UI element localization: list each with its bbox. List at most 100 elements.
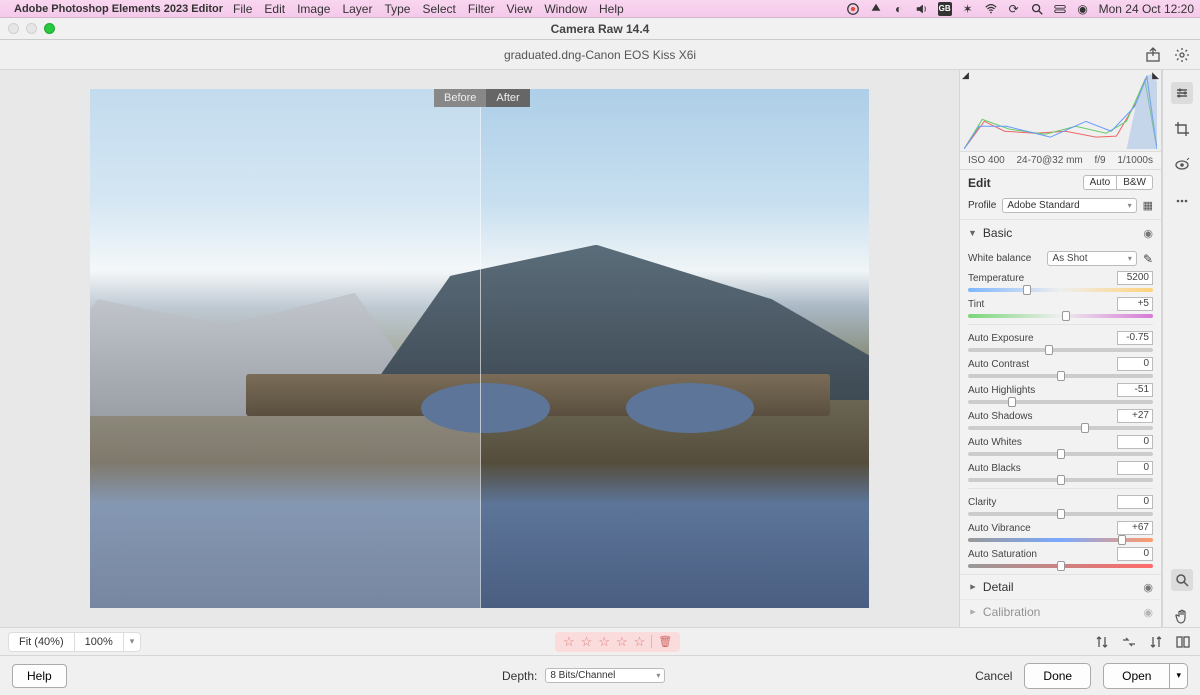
preview-canvas[interactable]: Before After (0, 70, 959, 627)
calibration-section-header[interactable]: ▼ Calibration ◉ (960, 599, 1161, 624)
slider-value[interactable]: 5200 (1117, 271, 1153, 285)
menubar-app-name[interactable]: Adobe Photoshop Elements 2023 Editor (14, 3, 223, 15)
menu-type[interactable]: Type (384, 2, 410, 16)
eyedropper-icon[interactable]: ✎ (1143, 252, 1153, 266)
slider-track[interactable] (968, 374, 1153, 378)
auto-button[interactable]: Auto (1083, 175, 1118, 190)
zoom-tool-icon[interactable] (1171, 569, 1193, 591)
slider-track[interactable] (968, 288, 1153, 292)
settings-icon[interactable] (1173, 46, 1190, 63)
delete-icon[interactable]: 🗑 (651, 635, 672, 648)
calibration-visibility-icon[interactable]: ◉ (1143, 606, 1153, 619)
volume-icon[interactable] (915, 2, 929, 16)
display-icon[interactable]: ◐ (892, 2, 906, 16)
open-menu-icon[interactable]: ▾ (1170, 663, 1188, 689)
status-record-icon[interactable] (846, 2, 860, 16)
menu-select[interactable]: Select (422, 2, 455, 16)
menu-view[interactable]: View (507, 2, 533, 16)
export-icon[interactable] (1144, 46, 1161, 63)
slider-value[interactable]: 0 (1117, 461, 1153, 475)
slider-value[interactable]: 0 (1117, 547, 1153, 561)
menu-help[interactable]: Help (599, 2, 624, 16)
histogram[interactable]: ◢ ◣ (960, 70, 1161, 152)
basic-disclosure-icon[interactable]: ▼ (968, 228, 977, 238)
slider-track[interactable] (968, 452, 1153, 456)
more-icon[interactable] (1171, 190, 1193, 212)
slider-track[interactable] (968, 564, 1153, 568)
star-3-icon[interactable]: ☆ (598, 634, 610, 650)
slider-value[interactable]: -51 (1117, 383, 1153, 397)
rating-strip: ☆ ☆ ☆ ☆ ☆ 🗑 (555, 632, 680, 652)
zoom-fit-button[interactable]: Fit (40%) (9, 633, 74, 651)
slider-auto blacks: Auto Blacks 0 (968, 461, 1153, 482)
notification-icon[interactable] (869, 2, 883, 16)
hand-tool-icon[interactable] (1171, 605, 1193, 627)
slider-auto exposure: Auto Exposure -0.75 (968, 331, 1153, 352)
star-1-icon[interactable]: ☆ (563, 634, 575, 650)
help-button[interactable]: Help (12, 664, 67, 688)
slider-track[interactable] (968, 348, 1153, 352)
zoom-menu-icon[interactable]: ▾ (124, 633, 141, 651)
view-mode-icon[interactable] (1175, 633, 1192, 650)
wb-select[interactable]: As Shot▾ (1047, 251, 1136, 266)
detail-visibility-icon[interactable]: ◉ (1143, 581, 1153, 594)
depth-select[interactable]: 8 Bits/Channel▾ (545, 668, 665, 683)
modal-title: Camera Raw 14.4 (0, 22, 1200, 36)
slider-value[interactable]: -0.75 (1117, 331, 1153, 345)
wifi-icon[interactable] (984, 2, 998, 16)
siri-icon[interactable]: ◉ (1076, 2, 1090, 16)
compare-toggle-3-icon[interactable] (1148, 633, 1165, 650)
slider-track[interactable] (968, 478, 1153, 482)
bw-button[interactable]: B&W (1117, 175, 1153, 190)
bluetooth-icon[interactable]: ✶ (961, 2, 975, 16)
star-4-icon[interactable]: ☆ (616, 634, 628, 650)
edit-tool-icon[interactable] (1171, 82, 1193, 104)
open-button[interactable]: Open (1103, 663, 1170, 689)
profile-browser-icon[interactable]: ▦ (1143, 199, 1153, 212)
slider-value[interactable]: 0 (1117, 495, 1153, 509)
after-label[interactable]: After (486, 89, 529, 107)
slider-value[interactable]: 0 (1117, 357, 1153, 371)
slider-track[interactable] (968, 314, 1153, 318)
slider-track[interactable] (968, 538, 1153, 542)
redeye-tool-icon[interactable] (1171, 154, 1193, 176)
zoom-100-button[interactable]: 100% (75, 633, 123, 651)
menu-file[interactable]: File (233, 2, 252, 16)
menu-image[interactable]: Image (297, 2, 330, 16)
slider-track[interactable] (968, 512, 1153, 516)
menu-filter[interactable]: Filter (468, 2, 495, 16)
menu-window[interactable]: Window (544, 2, 587, 16)
slider-label: Clarity (968, 497, 1117, 508)
compare-toggle-1-icon[interactable] (1094, 633, 1111, 650)
profile-label: Profile (968, 200, 996, 211)
slider-value[interactable]: 0 (1117, 435, 1153, 449)
menubar-clock[interactable]: Mon 24 Oct 12:20 (1099, 2, 1194, 16)
profile-select[interactable]: Adobe Standard▾ (1002, 198, 1136, 213)
menu-edit[interactable]: Edit (264, 2, 285, 16)
slider-track[interactable] (968, 426, 1153, 430)
slider-value[interactable]: +27 (1117, 409, 1153, 423)
compare-toggle-2-icon[interactable] (1121, 633, 1138, 650)
star-5-icon[interactable]: ☆ (634, 634, 646, 650)
menu-layer[interactable]: Layer (342, 2, 372, 16)
detail-section-header[interactable]: ▼ Detail ◉ (960, 574, 1161, 599)
slider-value[interactable]: +5 (1117, 297, 1153, 311)
star-2-icon[interactable]: ☆ (581, 634, 593, 650)
slider-value[interactable]: +67 (1117, 521, 1153, 535)
before-after-divider[interactable] (480, 89, 481, 608)
crop-tool-icon[interactable] (1171, 118, 1193, 140)
input-lang-icon[interactable]: GB (938, 2, 952, 16)
basic-visibility-icon[interactable]: ◉ (1143, 227, 1153, 240)
sync-icon[interactable]: ⟳ (1007, 2, 1021, 16)
done-button[interactable]: Done (1024, 663, 1091, 689)
footer: Help Depth: 8 Bits/Channel▾ Cancel Done … (0, 655, 1200, 695)
cancel-button[interactable]: Cancel (975, 669, 1012, 683)
spotlight-icon[interactable] (1030, 2, 1044, 16)
clip-highlight-icon[interactable]: ◣ (1152, 70, 1159, 81)
clip-shadow-icon[interactable]: ◢ (962, 70, 969, 81)
detail-title: Detail (983, 580, 1014, 594)
before-label[interactable]: Before (434, 89, 486, 107)
control-center-icon[interactable] (1053, 2, 1067, 16)
slider-track[interactable] (968, 400, 1153, 404)
exif-lens: 24-70@32 mm (1016, 155, 1082, 166)
